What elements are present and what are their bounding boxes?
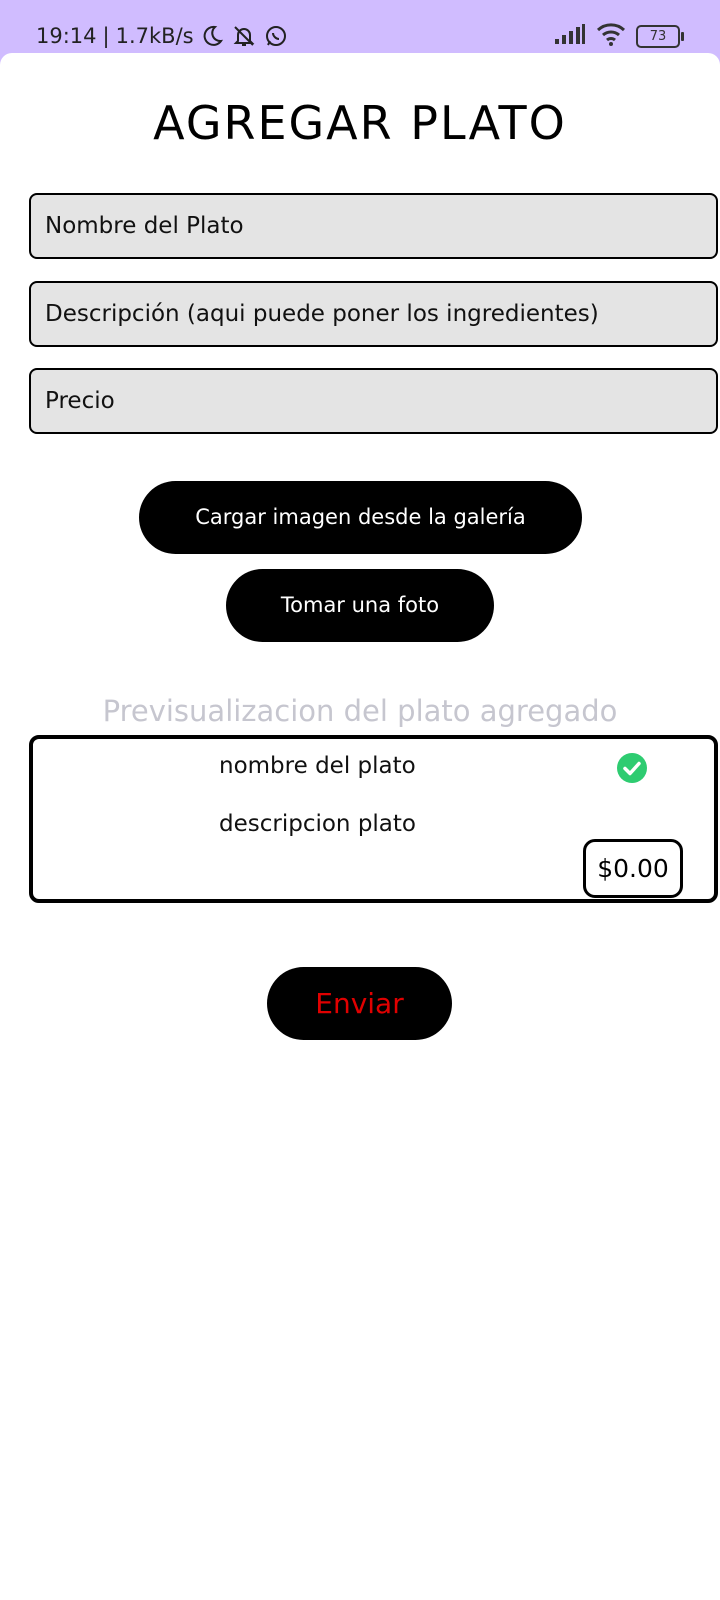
notifications-off-icon — [230, 24, 258, 48]
preview-dish-name: nombre del plato — [219, 753, 416, 779]
signal-icon — [554, 23, 586, 49]
check-circle-icon — [616, 752, 648, 784]
whatsapp-icon — [264, 24, 288, 48]
moon-icon — [200, 24, 224, 48]
status-bar-right: 73 — [554, 20, 684, 52]
price-input[interactable]: Precio — [29, 368, 718, 434]
status-time: 19:14 — [36, 24, 97, 48]
preview-dish-description: descripcion plato — [219, 811, 416, 837]
description-input[interactable]: Descripción (aqui puede poner los ingred… — [29, 281, 718, 347]
page-title: AGREGAR PLATO — [153, 96, 567, 150]
take-photo-button[interactable]: Tomar una foto — [226, 569, 494, 642]
name-input[interactable]: Nombre del Plato — [29, 193, 718, 259]
battery-icon: 73 — [636, 24, 684, 48]
send-button[interactable]: Enviar — [267, 967, 452, 1040]
status-network-speed: 1.7kB/s — [115, 24, 194, 48]
preview-card: nombre del plato descripcion plato $0.00 — [29, 735, 718, 903]
status-separator: | — [102, 24, 110, 48]
preview-price-badge: $0.00 — [583, 839, 683, 898]
status-bar-left: 19:14 | 1.7kB/s — [36, 20, 288, 52]
wifi-icon — [596, 22, 626, 50]
preview-label: Previsualizacion del plato agregado — [102, 694, 618, 728]
load-from-gallery-button[interactable]: Cargar imagen desde la galería — [139, 481, 582, 554]
